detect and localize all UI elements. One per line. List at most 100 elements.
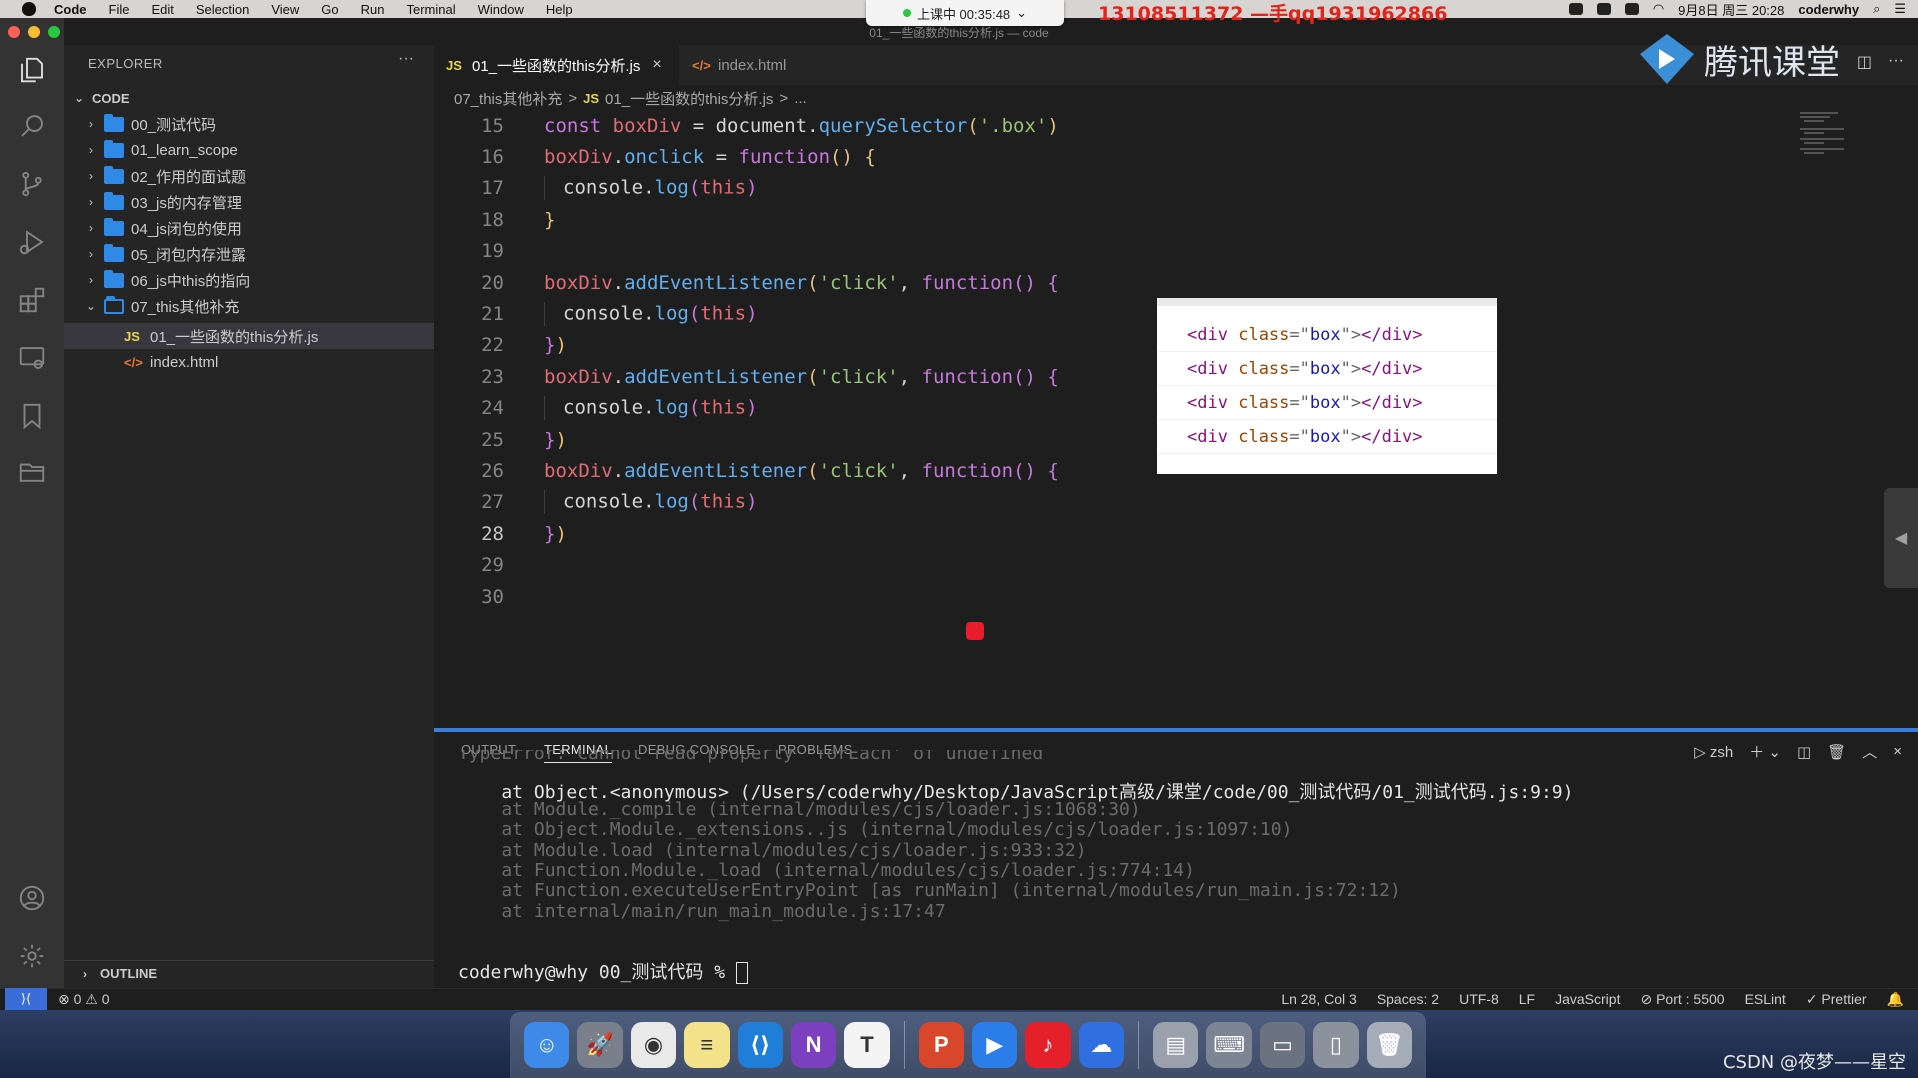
tray-icon[interactable]: [1568, 3, 1583, 15]
tree-folder-02[interactable]: › 02_作用的面试题: [64, 163, 434, 189]
account-icon[interactable]: [16, 882, 48, 914]
code-line[interactable]: 24 console.log(this): [434, 393, 1794, 424]
source-control-icon[interactable]: [16, 168, 48, 200]
code-line[interactable]: 16 boxDiv.onclick = function() {: [434, 141, 1794, 172]
collapse-panel-handle[interactable]: ◀: [1884, 488, 1918, 588]
keyboard-icon[interactable]: ⌨: [1206, 1022, 1252, 1068]
notes-icon[interactable]: ≡: [684, 1022, 730, 1068]
clock-date[interactable]: 9月8日 周三 20:28: [1678, 0, 1784, 19]
close-icon[interactable]: ×: [1893, 743, 1902, 760]
code-line[interactable]: 25}): [434, 424, 1794, 455]
more-actions-icon[interactable]: ···: [1888, 52, 1904, 72]
status-eol[interactable]: LF: [1519, 991, 1535, 1008]
code-line[interactable]: 18}: [434, 204, 1794, 235]
wifi-icon[interactable]: ◠: [1653, 1, 1664, 17]
workspace-section-header[interactable]: ⌄ CODE: [64, 85, 434, 111]
tree-file-js[interactable]: JS 01_一些函数的this分析.js: [64, 323, 434, 349]
breadcrumb-folder[interactable]: 07_this其他补充: [454, 88, 562, 109]
code-line[interactable]: 15 const boxDiv = document.querySelector(…: [434, 110, 1794, 141]
onenote-icon[interactable]: N: [790, 1022, 837, 1068]
tree-folder-01[interactable]: › 01_learn_scope: [64, 137, 434, 163]
tree-folder-04[interactable]: › 04_js闭包的使用: [64, 215, 434, 241]
tree-folder-05[interactable]: › 05_闭包内存泄露: [64, 241, 434, 267]
code-line[interactable]: 27 console.log(this): [434, 487, 1794, 518]
tree-folder-00[interactable]: › 00_测试代码: [64, 111, 434, 137]
add-terminal-icon[interactable]: ＋ ⌄: [1749, 741, 1781, 762]
tree-folder-03[interactable]: › 03_js的内存管理: [64, 189, 434, 215]
bookmark-icon[interactable]: [16, 400, 48, 432]
extensions-icon[interactable]: [16, 284, 48, 316]
screen-icon[interactable]: ▭: [1259, 1022, 1306, 1068]
split-editor-icon[interactable]: ◫: [1857, 52, 1872, 72]
maximize-window-icon[interactable]: [48, 26, 60, 38]
code-line[interactable]: 26 boxDiv.addEventListener('click', funct…: [434, 455, 1794, 486]
more-actions-icon[interactable]: ···: [398, 50, 414, 68]
close-window-icon[interactable]: [8, 26, 20, 38]
status-live-server-port[interactable]: ⊘ Port : 5500: [1640, 991, 1724, 1008]
status-cursor-position[interactable]: Ln 28, Col 3: [1281, 991, 1357, 1008]
trash-icon[interactable]: 🗑: [1827, 743, 1846, 761]
typora-icon[interactable]: T: [844, 1022, 890, 1068]
menubar-user[interactable]: coderwhy: [1798, 2, 1859, 17]
run-debug-icon[interactable]: [16, 226, 48, 258]
minimize-window-icon[interactable]: [28, 26, 40, 38]
menu-file[interactable]: File: [109, 2, 130, 17]
minimap[interactable]: [1800, 110, 1860, 170]
launchpad-icon[interactable]: 🚀: [577, 1022, 623, 1068]
status-language[interactable]: JavaScript: [1555, 991, 1620, 1008]
tree-file-html[interactable]: </> index.html: [64, 349, 434, 375]
terminal-prompt[interactable]: coderwhy@why 00_测试代码 %: [458, 958, 748, 984]
powerpoint-icon[interactable]: P: [918, 1022, 964, 1068]
recording-indicator[interactable]: 上课中 00:35:48 ⌄: [866, 0, 1064, 26]
tray-icon[interactable]: [1596, 3, 1611, 15]
code-line[interactable]: 17 console.log(this): [434, 173, 1794, 204]
apple-icon[interactable]: [22, 2, 36, 16]
control-center-icon[interactable]: ☰: [1894, 1, 1906, 17]
notifications-bell-icon[interactable]: 🔔: [1887, 991, 1904, 1008]
tab-html-file[interactable]: </> index.html: [680, 45, 830, 85]
menu-edit[interactable]: Edit: [151, 2, 173, 17]
menu-run[interactable]: Run: [361, 2, 385, 17]
baidu-disk-icon[interactable]: ☁: [1078, 1022, 1125, 1068]
vscode-icon[interactable]: ⟨⟩: [737, 1022, 783, 1068]
code-line[interactable]: 19: [434, 236, 1794, 267]
search-icon[interactable]: ⌕: [1873, 1, 1880, 17]
menu-window[interactable]: Window: [478, 2, 524, 17]
terminal-shell-selector[interactable]: ▷ zsh: [1694, 743, 1733, 761]
search-icon[interactable]: [16, 110, 48, 142]
menu-selection[interactable]: Selection: [196, 2, 249, 17]
status-encoding[interactable]: UTF-8: [1459, 991, 1499, 1008]
tree-folder-06[interactable]: › 06_js中this的指向: [64, 267, 434, 293]
status-problems[interactable]: ⊗ 0 ⚠ 0: [58, 991, 110, 1008]
code-line[interactable]: 20 boxDiv.addEventListener('click', funct…: [434, 267, 1794, 298]
device-icon[interactable]: ▯: [1313, 1022, 1359, 1068]
tencent-class-icon[interactable]: ▶: [971, 1022, 1018, 1068]
status-prettier[interactable]: ✓ Prettier: [1806, 991, 1867, 1008]
menu-app[interactable]: Code: [54, 2, 87, 17]
code-line[interactable]: 21 console.log(this): [434, 298, 1794, 329]
chevron-up-icon[interactable]: ︿: [1862, 741, 1877, 762]
status-eslint[interactable]: ESLint: [1745, 991, 1786, 1008]
code-line[interactable]: 30: [434, 581, 1794, 612]
status-indentation[interactable]: Spaces: 2: [1377, 991, 1439, 1008]
split-terminal-icon[interactable]: ◫: [1797, 743, 1811, 761]
menu-help[interactable]: Help: [546, 2, 573, 17]
remote-explorer-icon[interactable]: [16, 342, 48, 374]
outline-section-header[interactable]: › OUTLINE: [64, 960, 434, 986]
tab-js-file[interactable]: JS 01_一些函数的this分析.js ×: [434, 45, 679, 85]
breadcrumb-more[interactable]: ...: [794, 90, 807, 107]
explorer-icon[interactable]: [16, 54, 48, 86]
remote-indicator-icon[interactable]: ⟩⟨: [5, 988, 47, 1010]
menu-terminal[interactable]: Terminal: [407, 2, 456, 17]
breadcrumb-file[interactable]: 01_一些函数的this分析.js: [605, 88, 773, 109]
finder-icon[interactable]: ☺: [524, 1022, 570, 1068]
menu-view[interactable]: View: [271, 2, 299, 17]
code-line[interactable]: 22}): [434, 330, 1794, 361]
code-line[interactable]: 23 boxDiv.addEventListener('click', funct…: [434, 361, 1794, 392]
netease-music-icon[interactable]: ♪: [1025, 1022, 1071, 1068]
menu-go[interactable]: Go: [321, 2, 338, 17]
close-icon[interactable]: ×: [652, 56, 661, 74]
gear-icon[interactable]: [16, 940, 48, 972]
preview-icon[interactable]: ▤: [1153, 1022, 1199, 1068]
code-line[interactable]: 28}): [434, 518, 1794, 549]
